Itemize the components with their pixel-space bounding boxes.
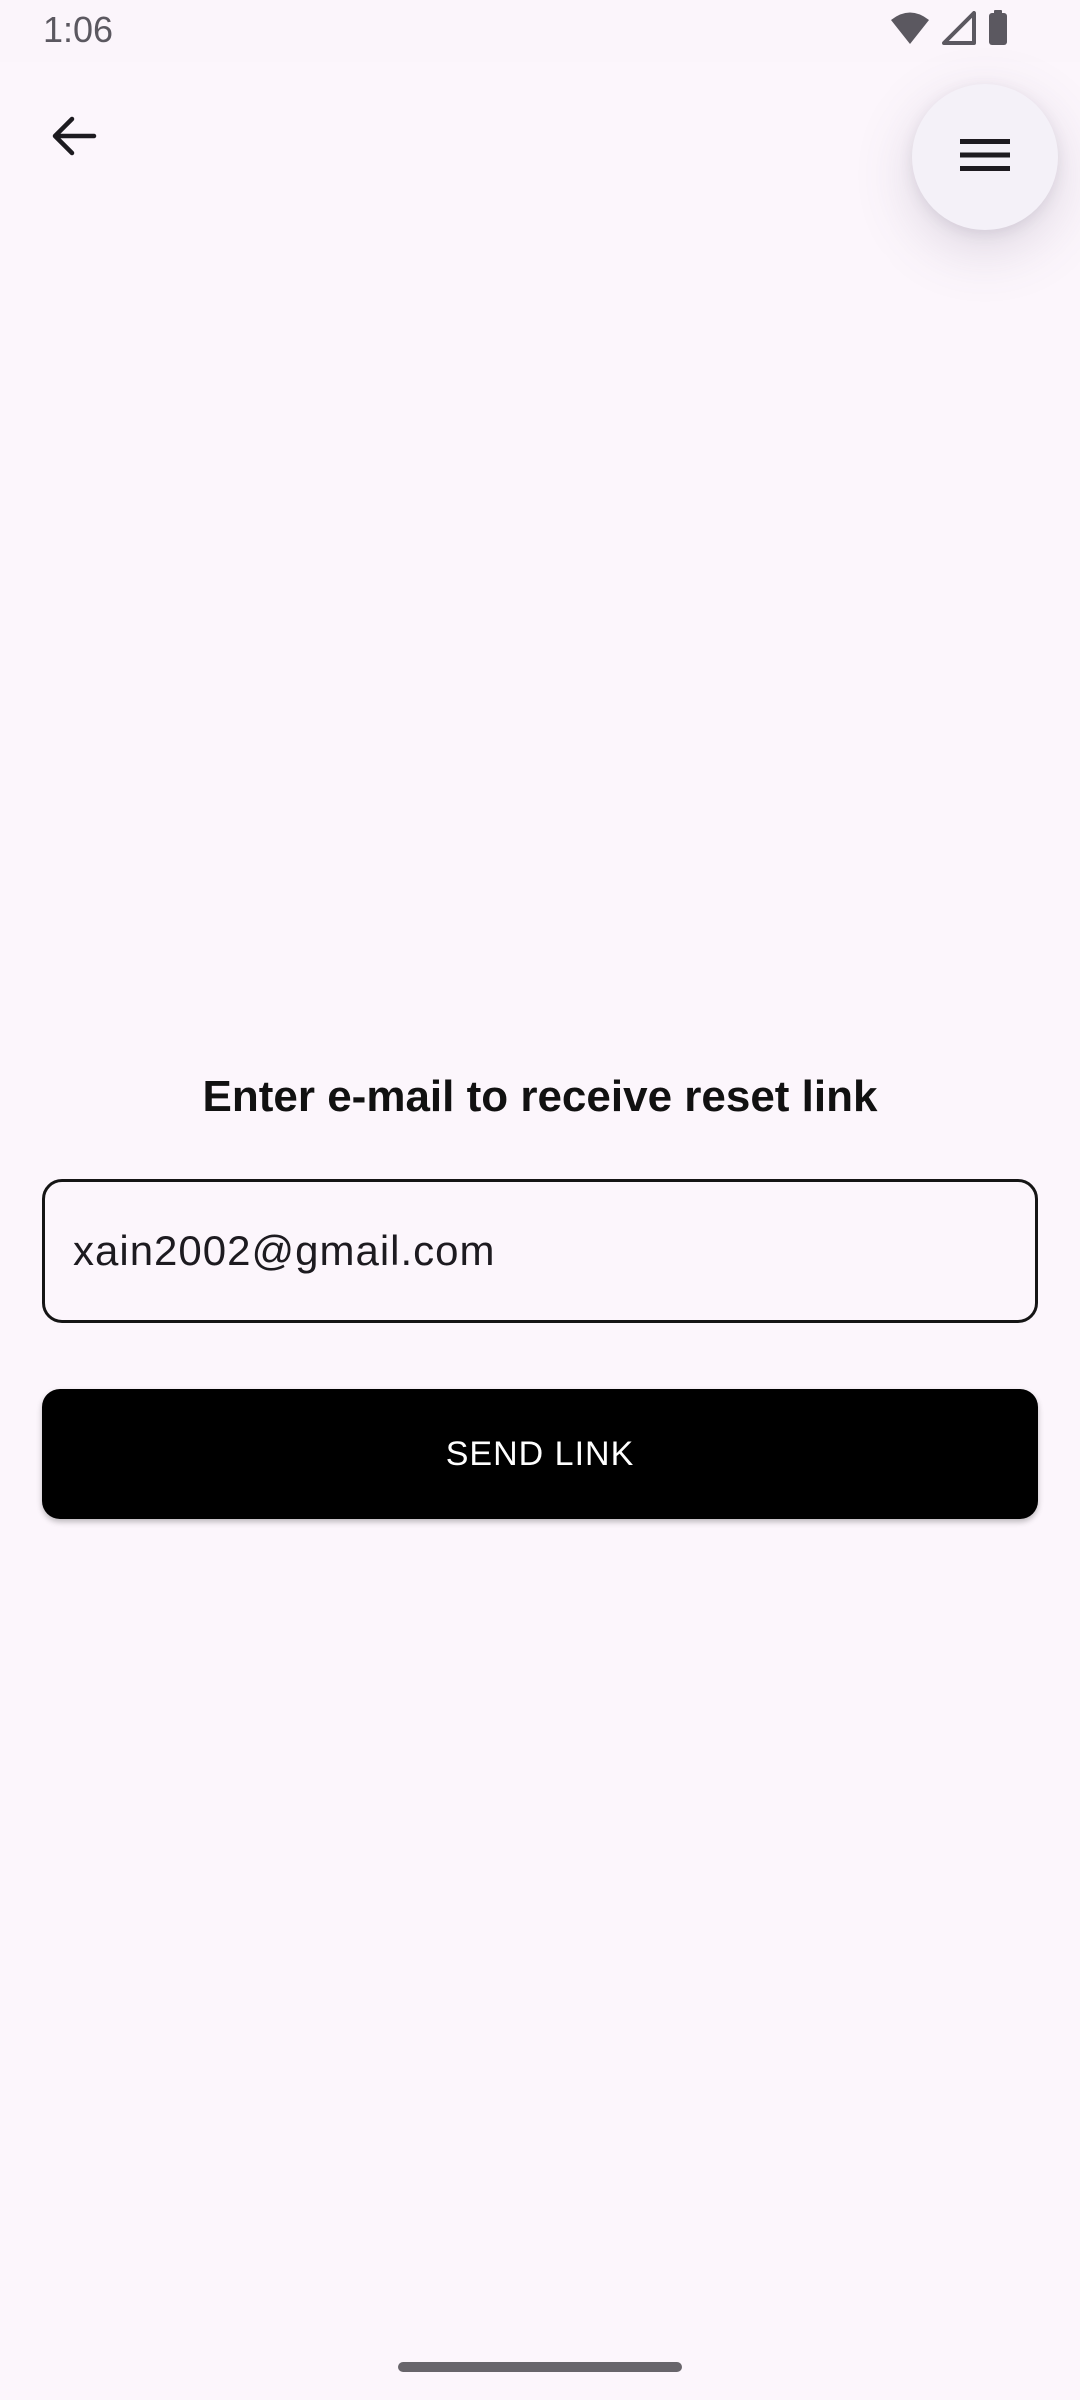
- menu-button[interactable]: [912, 84, 1058, 230]
- cell-signal-icon: [942, 10, 976, 50]
- email-field[interactable]: [42, 1179, 1038, 1323]
- wifi-icon: [890, 11, 930, 50]
- home-indicator[interactable]: [398, 2362, 682, 2372]
- page-title: Enter e-mail to receive reset link: [202, 1072, 878, 1121]
- status-icons: [890, 9, 1008, 50]
- status-bar: 1:06: [0, 0, 1080, 62]
- battery-icon: [988, 9, 1008, 51]
- arrow-left-icon: [50, 114, 98, 163]
- back-button[interactable]: [36, 100, 112, 176]
- status-time: 1:06: [43, 9, 114, 50]
- send-link-button[interactable]: SEND LINK: [42, 1389, 1038, 1519]
- hamburger-menu-icon: [960, 137, 1010, 178]
